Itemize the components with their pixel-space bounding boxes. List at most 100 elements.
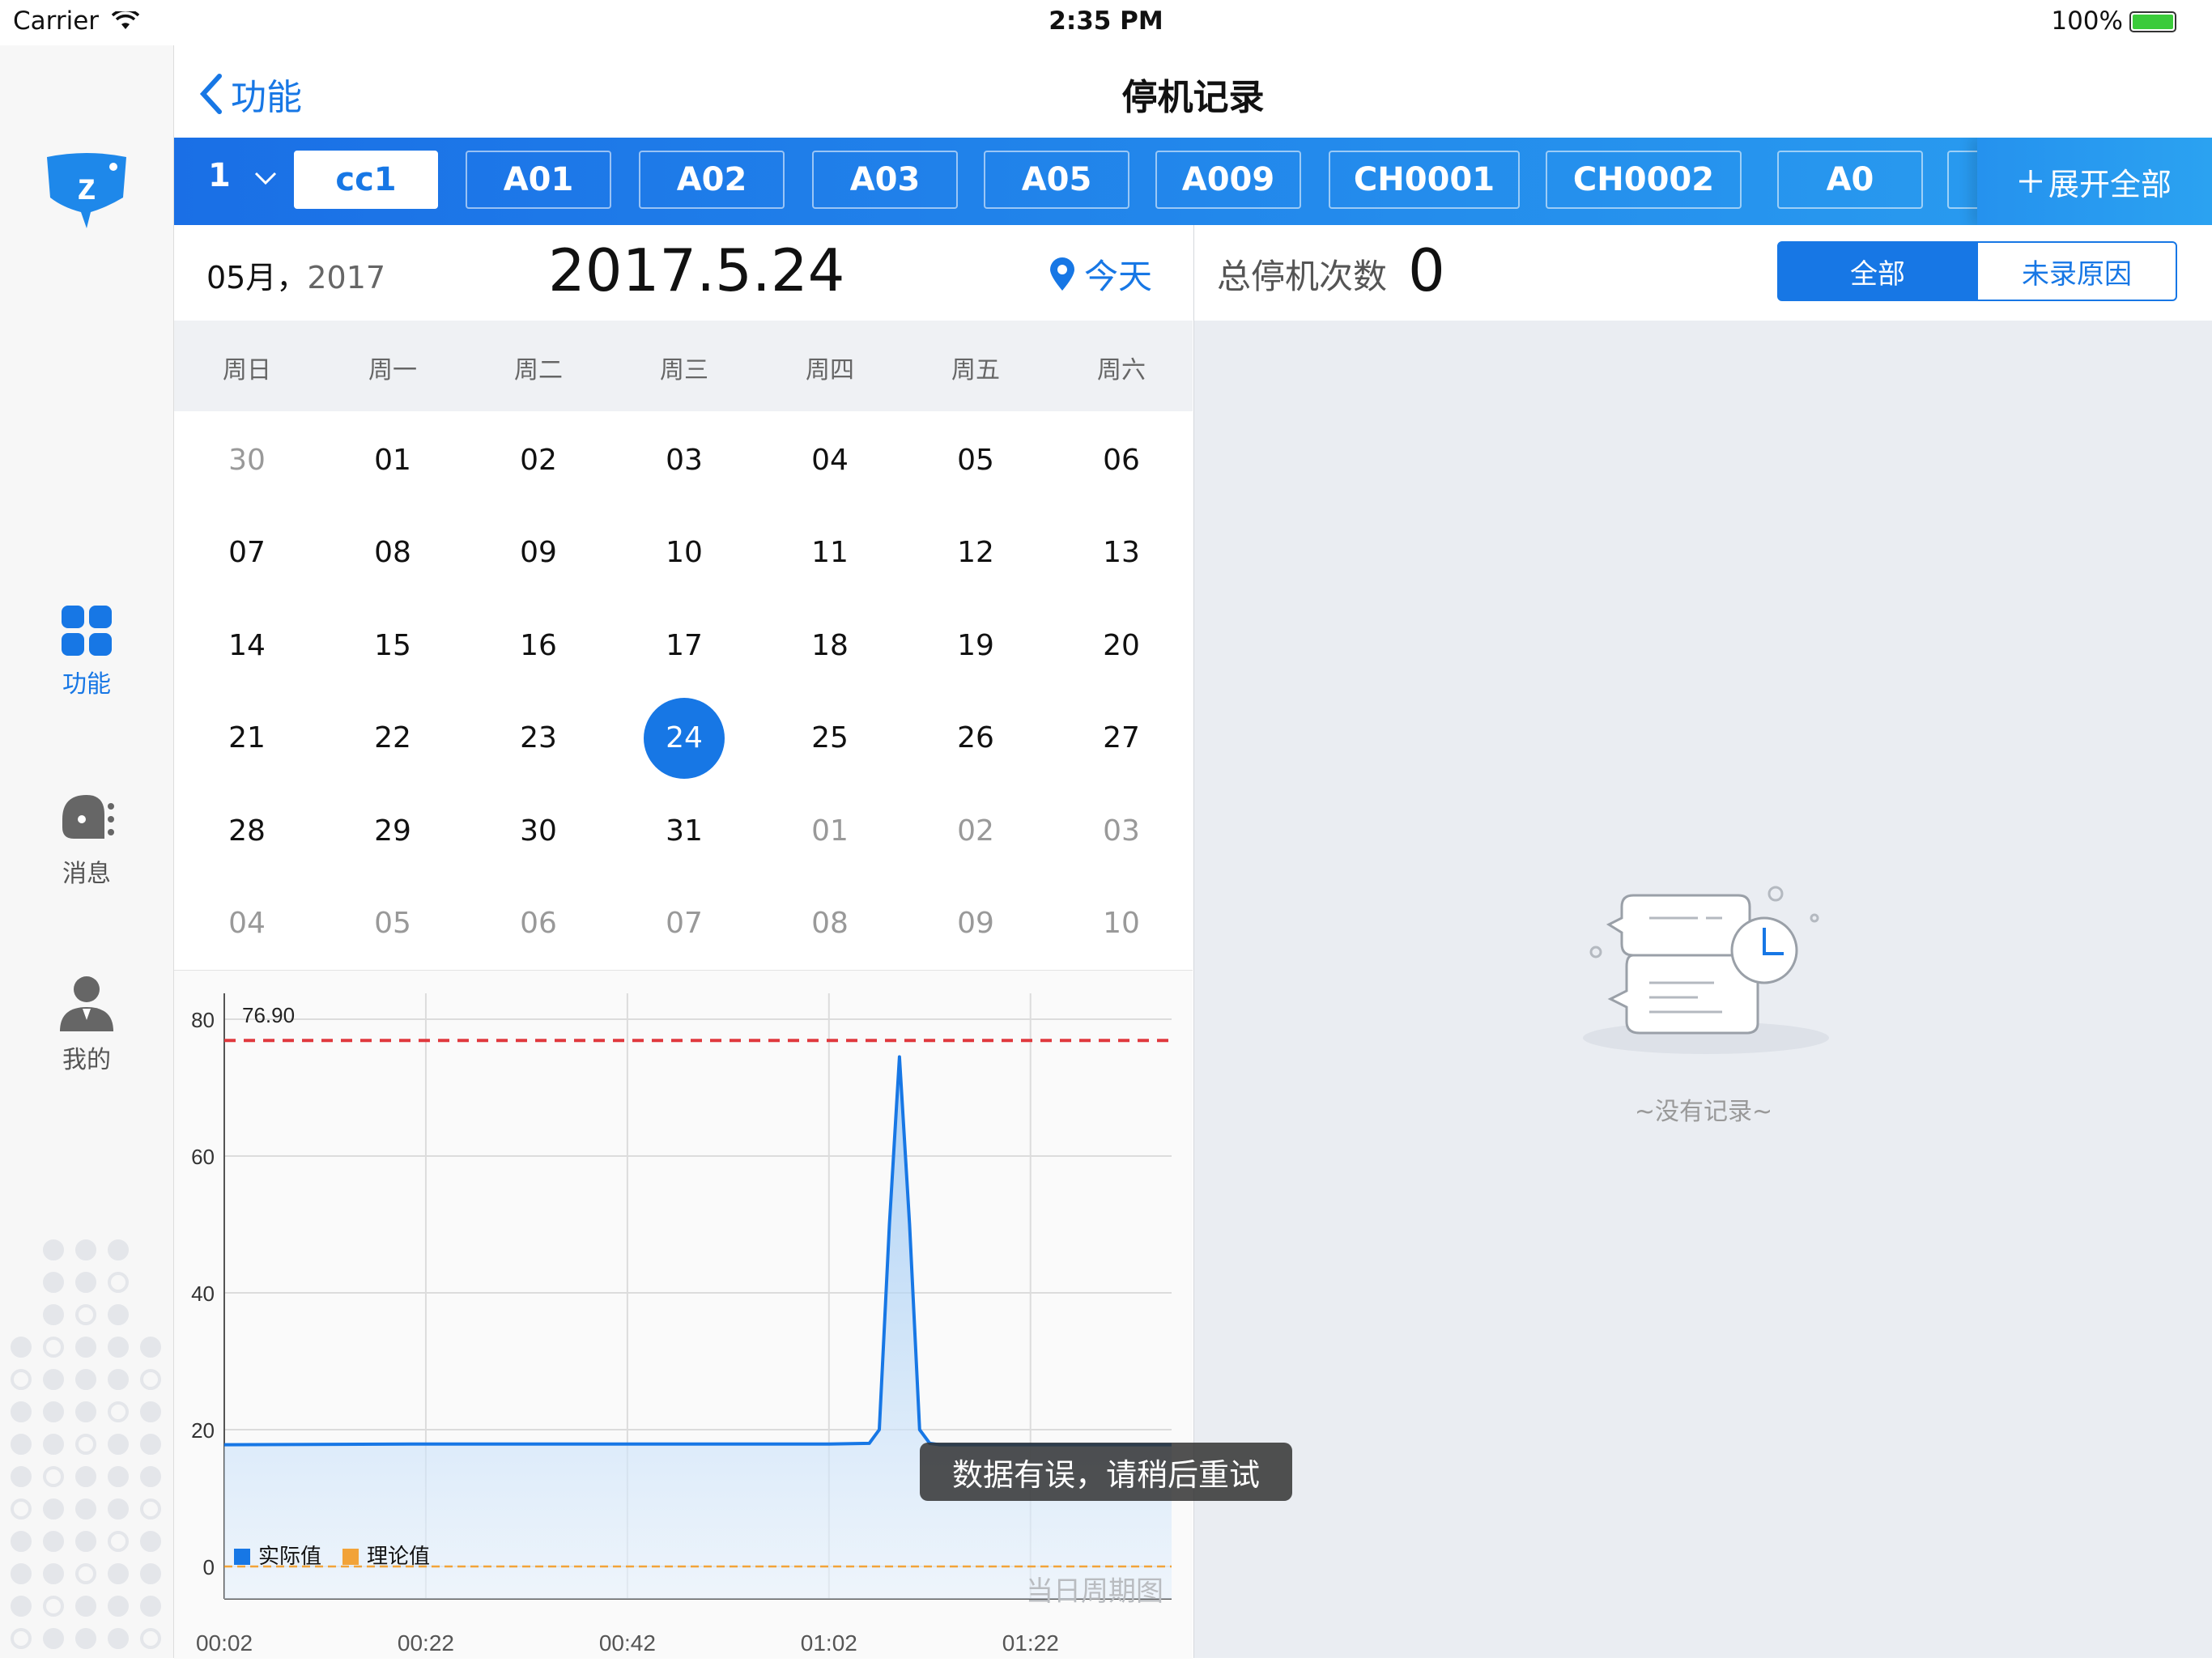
calendar-day[interactable]: 22 <box>352 698 433 779</box>
calendar-day[interactable]: 20 <box>1081 605 1162 686</box>
chevron-down-icon <box>254 172 276 185</box>
calendar-header: 05月，2017 2017.5.24 今天 <box>174 225 1193 321</box>
user-icon <box>60 976 113 1031</box>
sidebar: z 功能 消息 我的 <box>0 45 174 1658</box>
y-tick-label: 0 <box>203 1555 215 1579</box>
tab-machine[interactable]: CH0001 <box>1329 151 1520 209</box>
calendar-day[interactable]: 13 <box>1081 512 1162 593</box>
calendar-day[interactable]: 08 <box>352 512 433 593</box>
stop-records-panel: 总停机次数 0 全部 未录原因 ~没有记录~ <box>1193 225 2212 1658</box>
calendar-day[interactable]: 05 <box>935 419 1016 500</box>
chart-plot: 0 20 40 60 80 00:02 00:22 00:42 01:02 01:22 76.90 实… <box>191 993 1172 1656</box>
weekday-label: 周二 <box>514 356 563 385</box>
calendar-day[interactable]: 14 <box>206 605 287 686</box>
page-title: 停机记录 <box>1121 77 1265 118</box>
battery-icon <box>2129 11 2176 32</box>
y-tick-label: 40 <box>191 1282 215 1306</box>
svg-text:z: z <box>78 165 96 207</box>
calendar-day[interactable]: 06 <box>1081 419 1162 500</box>
calendar-day[interactable]: 28 <box>206 790 287 871</box>
nav-bar: 功能 停机记录 <box>174 45 2212 138</box>
legend-swatch <box>342 1549 359 1565</box>
calendar-day[interactable]: 26 <box>935 698 1016 779</box>
status-time: 2:35 PM <box>1049 6 1163 36</box>
calendar-day[interactable]: 21 <box>206 698 287 779</box>
calendar-day[interactable]: 15 <box>352 605 433 686</box>
calendar-day[interactable]: 09 <box>498 512 579 593</box>
expand-all-button[interactable]: 展开全部 <box>1977 138 2212 225</box>
calendar-day[interactable]: 09 <box>935 883 1016 964</box>
segment-all[interactable]: 全部 <box>1777 241 1978 301</box>
legend-label: 实际值 <box>258 1544 321 1568</box>
reference-line-label: 76.90 <box>242 1003 295 1027</box>
calendar-day[interactable]: 23 <box>498 698 579 779</box>
calendar-day[interactable]: 03 <box>644 419 725 500</box>
calendar-day[interactable]: 02 <box>498 419 579 500</box>
calendar-day[interactable]: 03 <box>1081 790 1162 871</box>
calendar-day[interactable]: 07 <box>644 883 725 964</box>
tab-machine[interactable]: A02 <box>639 151 785 209</box>
calendar-day[interactable]: 16 <box>498 605 579 686</box>
calendar-day[interactable]: 11 <box>789 512 870 593</box>
calendar-day[interactable]: 06 <box>498 883 579 964</box>
tab-machine[interactable]: A05 <box>984 151 1129 209</box>
location-pin-icon <box>1049 257 1074 291</box>
calendar-day[interactable]: 01 <box>352 419 433 500</box>
segment-no-reason[interactable]: 未录原因 <box>1976 241 2177 301</box>
total-stops-label: 总停机次数 <box>1217 257 1388 296</box>
calendar-day[interactable]: 01 <box>789 790 870 871</box>
sidebar-item-label: 消息 <box>62 860 111 888</box>
records-header: 总停机次数 0 全部 未录原因 <box>1194 225 2212 321</box>
calendar-day[interactable]: 02 <box>935 790 1016 871</box>
calendar-day[interactable]: 08 <box>789 883 870 964</box>
x-tick-label: 00:22 <box>398 1630 454 1656</box>
calendar-day[interactable]: 04 <box>206 883 287 964</box>
tab-machine[interactable]: A009 <box>1155 151 1301 209</box>
calendar-day-selected[interactable]: 24 <box>644 697 725 779</box>
calendar-day[interactable]: 17 <box>644 605 725 686</box>
tab-machine[interactable]: A01 <box>466 151 611 209</box>
calendar-day[interactable]: 10 <box>644 512 725 593</box>
weekday-label: 周五 <box>951 356 1000 385</box>
calendar-day[interactable]: 05 <box>352 883 433 964</box>
grid-icon <box>62 606 112 656</box>
calendar-day[interactable]: 12 <box>935 512 1016 593</box>
sidebar-item-functions[interactable]: 功能 <box>0 604 173 699</box>
calendar-day[interactable]: 31 <box>644 790 725 871</box>
calendar-day[interactable]: 29 <box>352 790 433 871</box>
weekday-label: 周一 <box>368 356 417 385</box>
sidebar-item-messages[interactable]: 消息 <box>0 790 173 889</box>
group-selector[interactable]: 1 <box>208 157 278 194</box>
status-bar: Carrier 2:35 PM 100% <box>0 0 2212 45</box>
x-tick-label: 01:22 <box>1002 1630 1059 1656</box>
calendar-day[interactable]: 30 <box>498 790 579 871</box>
x-tick-label: 01:02 <box>801 1630 857 1656</box>
calendar-day[interactable]: 07 <box>206 512 287 593</box>
sidebar-item-label: 功能 <box>62 670 111 699</box>
series-line-actual <box>223 1055 1172 1447</box>
tab-machine[interactable]: A03 <box>812 151 958 209</box>
machine-tab-strip: 1 cc1 A01 A02 A03 A05 A009 CH0001 CH0002 A0 展开全部 <box>174 138 2212 225</box>
calendar-day[interactable]: 04 <box>789 419 870 500</box>
tab-machine[interactable]: cc1 <box>294 151 438 209</box>
series-area-actual <box>224 1056 1172 1599</box>
weekday-row: 周日 周一 周二 周三 周四 周五 周六 <box>174 321 1193 411</box>
calendar-day[interactable]: 19 <box>935 605 1016 686</box>
tab-machine[interactable]: CH0002 <box>1546 151 1742 209</box>
sidebar-item-profile[interactable]: 我的 <box>0 975 173 1075</box>
weekday-label: 周四 <box>806 356 854 385</box>
y-tick-label: 60 <box>191 1145 215 1169</box>
y-tick-label: 20 <box>191 1418 215 1443</box>
message-icon <box>62 795 114 839</box>
app-logo-icon: z <box>47 153 126 228</box>
dot-pattern-decoration <box>11 1239 161 1649</box>
y-tick-label: 80 <box>191 1008 215 1032</box>
calendar-day[interactable]: 27 <box>1081 698 1162 779</box>
calendar-day[interactable]: 25 <box>789 698 870 779</box>
tab-machine[interactable]: A0 <box>1777 151 1923 209</box>
today-button[interactable]: 今天 <box>1049 249 1152 299</box>
calendar-day[interactable]: 10 <box>1081 883 1162 964</box>
calendar-day[interactable]: 18 <box>789 605 870 686</box>
calendar-day[interactable]: 30 <box>206 419 287 500</box>
weekday-label: 周三 <box>660 356 708 385</box>
